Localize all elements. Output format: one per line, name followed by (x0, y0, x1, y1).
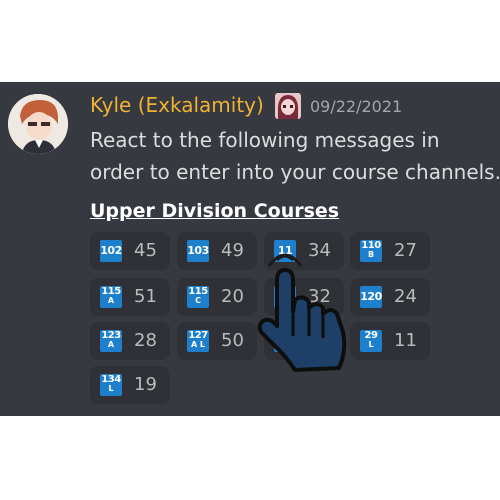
reaction-count: 51 (134, 286, 157, 307)
reaction-102[interactable]: 102 45 (90, 232, 170, 270)
timestamp: 09/22/2021 (310, 97, 403, 116)
course-emoji-icon: 115 A (100, 286, 122, 308)
reaction-count: 28 (134, 330, 157, 351)
course-emoji-icon: 103 (187, 240, 209, 262)
section-heading: Upper Division Courses (90, 200, 340, 222)
reaction-count: 27 (394, 240, 417, 261)
course-emoji-icon: 102 (100, 240, 122, 262)
reaction-115c[interactable]: 115 C 20 (177, 278, 257, 316)
course-emoji-icon: 123 A (100, 330, 122, 352)
reaction-count: 20 (221, 286, 244, 307)
reaction-115a[interactable]: 115 A 51 (90, 278, 170, 316)
course-emoji-icon: 127 A L (187, 330, 209, 352)
reaction-count: 19 (134, 374, 157, 395)
user-badge-icon (275, 93, 301, 119)
reaction-count: 24 (394, 286, 417, 307)
reaction-count: 50 (221, 330, 244, 351)
reaction-count: 49 (221, 240, 244, 261)
course-emoji-icon: 134 L (100, 374, 122, 396)
message-line-2: order to enter into your course channels… (90, 160, 500, 184)
pointing-hand-icon (255, 250, 373, 375)
course-emoji-icon: 115 C (187, 286, 209, 308)
message-line-1: React to the following messages in (90, 128, 440, 152)
reaction-127al[interactable]: 127 A L 50 (177, 322, 257, 360)
reaction-134l[interactable]: 134 L 19 (90, 366, 170, 404)
avatar[interactable] (8, 94, 68, 154)
username[interactable]: Kyle (Exkalamity) (90, 93, 264, 117)
reaction-103[interactable]: 103 49 (177, 232, 257, 270)
reaction-count: 11 (394, 330, 417, 351)
reaction-123a[interactable]: 123 A 28 (90, 322, 170, 360)
reaction-count: 45 (134, 240, 157, 261)
